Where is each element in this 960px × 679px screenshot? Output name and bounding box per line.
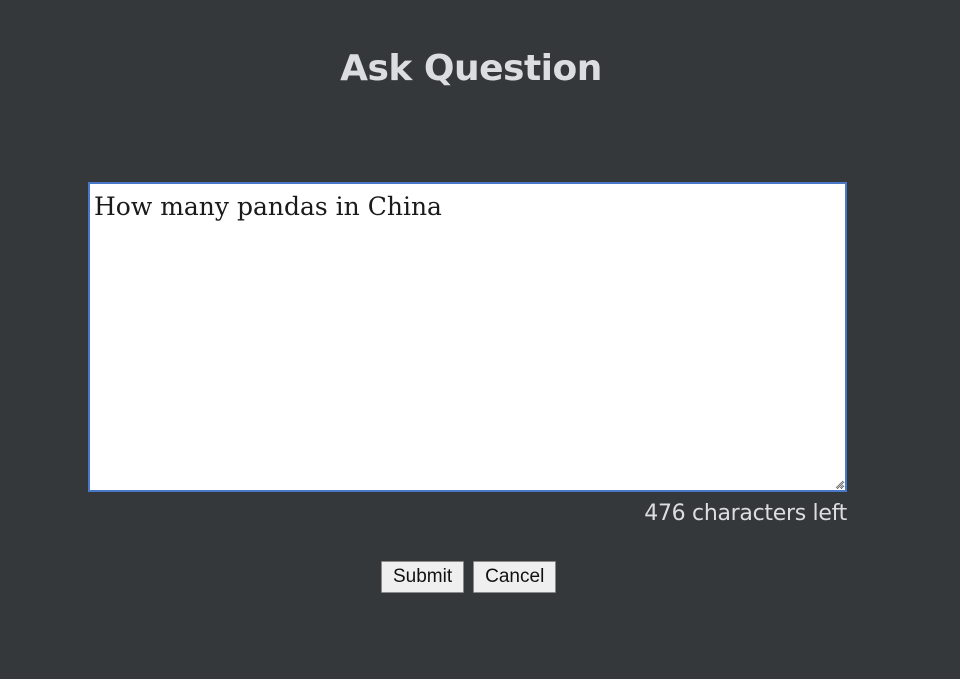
page-title: Ask Question <box>340 48 602 89</box>
characters-left-counter: 476 characters left <box>644 501 847 526</box>
submit-button[interactable]: Submit <box>381 561 465 593</box>
cancel-button[interactable]: Cancel <box>473 561 557 593</box>
ask-question-page: Ask Question How many pandas in China 47… <box>0 0 960 679</box>
question-textarea[interactable]: How many pandas in China <box>88 182 847 492</box>
form-actions: Submit Cancel <box>381 561 557 593</box>
